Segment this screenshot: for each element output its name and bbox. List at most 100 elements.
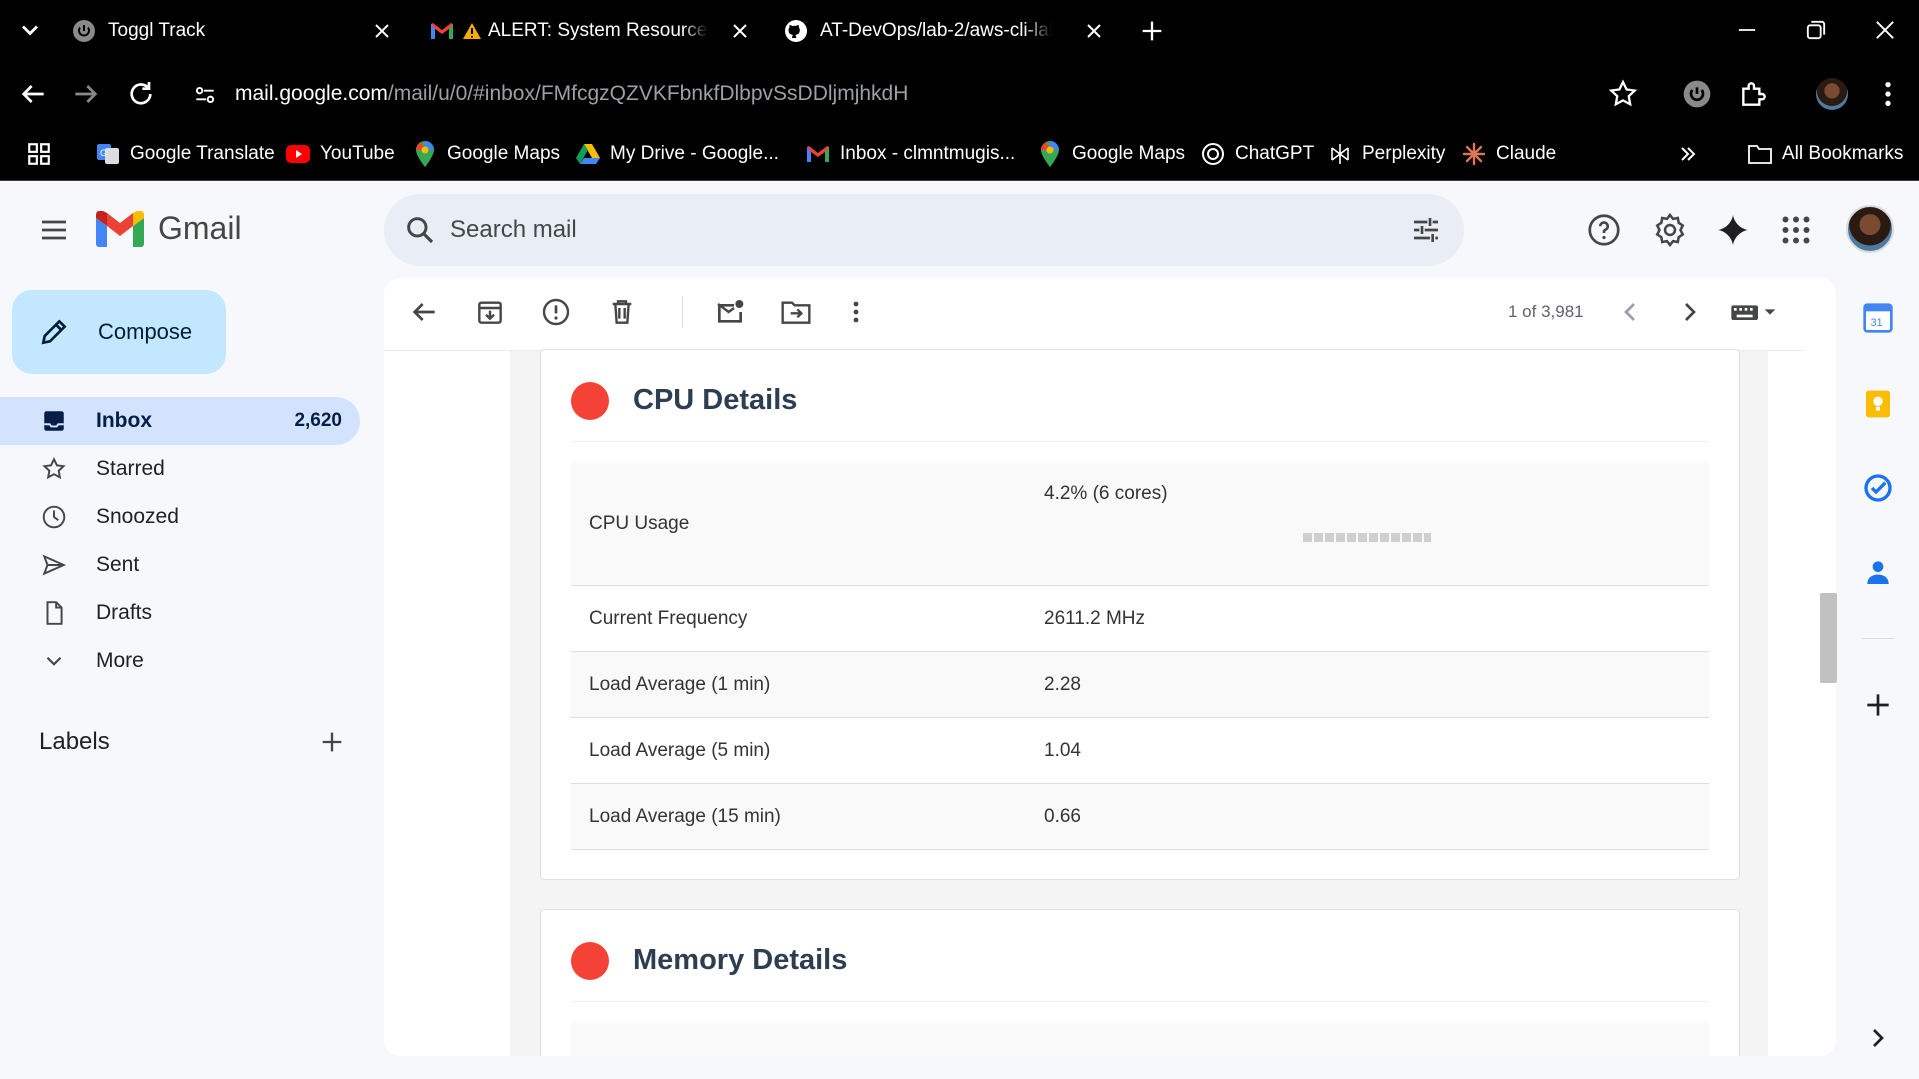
toggl-extension-icon[interactable] [1681, 78, 1713, 110]
move-to-folder-icon[interactable] [780, 296, 812, 328]
gmail-header: Gmail [0, 182, 1919, 278]
bookmark-google-maps-2[interactable]: Google Maps [1038, 139, 1185, 169]
tab-gmail-alert[interactable]: ALERT: System Resources Critical [418, 10, 768, 52]
status-red-dot [571, 942, 609, 980]
close-window-icon[interactable] [1871, 16, 1899, 44]
send-icon [40, 551, 68, 579]
get-addons-plus-icon[interactable] [1862, 689, 1894, 721]
new-tab-plus-icon[interactable] [1138, 17, 1166, 45]
create-label-plus-icon[interactable] [318, 728, 346, 756]
more-options-icon[interactable] [840, 296, 872, 328]
usage-progress-bar [1303, 533, 1431, 542]
bookmark-google-translate[interactable]: G Google Translate [96, 139, 275, 169]
nav-snoozed[interactable]: Snoozed [0, 493, 360, 541]
nav-starred[interactable]: Starred [0, 445, 360, 493]
tab-toggl[interactable]: Toggl Track [60, 10, 410, 52]
memory-details-card: Memory Details [540, 909, 1740, 1056]
show-side-panel-chevron-icon[interactable] [1862, 1022, 1894, 1054]
table-row: Current Frequency 2611.2 MHz [571, 586, 1709, 652]
bookmark-perplexity[interactable]: Perplexity [1328, 139, 1445, 169]
newer-chevron-left-icon[interactable] [1614, 296, 1646, 328]
pencil-icon [38, 316, 70, 348]
row-label: Load Average (15 min) [589, 806, 781, 827]
close-tab-icon[interactable] [728, 19, 752, 43]
browser-tab-strip: Toggl Track ALERT: System Resources Crit… [0, 0, 1919, 61]
settings-gear-icon[interactable] [1652, 212, 1688, 248]
gmail-logo[interactable]: Gmail [96, 210, 242, 247]
search-icon[interactable] [404, 214, 436, 246]
toolbar-divider [682, 296, 683, 328]
nav-inbox[interactable]: Inbox 2,620 [0, 397, 360, 445]
gmail-wordmark: Gmail [158, 210, 242, 246]
bookmark-star-icon[interactable] [1607, 78, 1639, 110]
address-bar[interactable]: mail.google.com/mail/u/0/#inbox/FMfcgzQZ… [180, 71, 1620, 117]
tab-search-chevron-icon[interactable] [16, 16, 44, 44]
bookmark-label: Google Maps [447, 143, 561, 164]
unread-count: 2,620 [294, 410, 342, 431]
google-contacts-icon[interactable] [1862, 556, 1894, 588]
archive-icon[interactable] [474, 296, 506, 328]
bookmark-claude[interactable]: Claude [1462, 139, 1556, 169]
search-bar[interactable] [384, 194, 1464, 266]
back-to-inbox-icon[interactable] [408, 296, 440, 328]
toggl-icon [72, 19, 96, 43]
chevron-down-icon [40, 647, 68, 675]
bookmark-chatgpt[interactable]: ChatGPT [1201, 139, 1314, 169]
search-input[interactable] [450, 208, 1350, 252]
table-row: Load Average (15 min) 0.66 [571, 784, 1709, 850]
apps-grid-icon[interactable] [26, 139, 52, 169]
compose-button[interactable]: Compose [12, 290, 226, 374]
bookmark-youtube[interactable]: YouTube [286, 139, 395, 169]
input-tools-keyboard-icon[interactable] [1728, 296, 1788, 328]
main-menu-icon[interactable] [38, 214, 70, 246]
google-calendar-icon[interactable]: 31 [1862, 302, 1894, 334]
all-bookmarks[interactable]: All Bookmarks [1748, 139, 1903, 169]
google-maps-icon [1038, 141, 1062, 167]
nav-sent[interactable]: Sent [0, 541, 360, 589]
bookmark-label: Perplexity [1362, 143, 1446, 164]
older-chevron-right-icon[interactable] [1674, 296, 1706, 328]
row-value: 1.04 [1044, 740, 1081, 761]
bookmark-google-maps[interactable]: Google Maps [413, 139, 560, 169]
row-value: 2611.2 MHz [1044, 608, 1146, 629]
forward-arrow-icon[interactable] [70, 78, 102, 110]
cpu-details-card: CPU Details CPU Usage 4.2% (6 cores) Cur… [540, 349, 1740, 880]
row-label: CPU Usage [589, 513, 690, 534]
delete-trash-icon[interactable] [606, 296, 638, 328]
reload-icon[interactable] [125, 78, 157, 110]
account-avatar[interactable] [1846, 205, 1894, 253]
extensions-puzzle-icon[interactable] [1738, 78, 1770, 110]
mark-unread-icon[interactable] [714, 296, 746, 328]
search-options-icon[interactable] [1410, 214, 1442, 246]
tab-github[interactable]: AT-DevOps/lab-2/aws-cli-lab.py [772, 10, 1122, 52]
restore-icon[interactable] [1802, 16, 1830, 44]
more-bookmarks-chevron-icon[interactable] [1676, 139, 1700, 169]
google-keep-icon[interactable] [1862, 388, 1894, 420]
google-tasks-icon[interactable] [1862, 472, 1894, 504]
status-red-dot [571, 382, 609, 420]
chrome-menu-icon[interactable] [1872, 78, 1904, 110]
bookmark-inbox[interactable]: Inbox - clmntmugis... [806, 139, 1015, 169]
minimize-icon[interactable] [1733, 16, 1761, 44]
gmail-icon [430, 19, 454, 43]
close-tab-icon[interactable] [1082, 19, 1106, 43]
bookmark-label: Google Translate [130, 143, 275, 164]
nav-more[interactable]: More [0, 637, 360, 685]
bookmark-label: Claude [1496, 143, 1557, 164]
help-icon[interactable] [1586, 212, 1622, 248]
scrollbar-thumb[interactable] [1820, 593, 1837, 683]
google-apps-grid-icon[interactable] [1778, 212, 1814, 248]
report-spam-icon[interactable] [540, 296, 572, 328]
profile-avatar[interactable] [1816, 78, 1848, 110]
table-row: Load Average (5 min) 1.04 [571, 718, 1709, 784]
table-row: CPU Usage 4.2% (6 cores) [571, 463, 1709, 586]
gemini-sparkle-icon[interactable] [1715, 212, 1751, 248]
back-arrow-icon[interactable] [17, 78, 49, 110]
row-value: 0.66 [1044, 806, 1081, 827]
bookmarks-bar: G Google Translate YouTube Google Maps M… [0, 127, 1919, 181]
nav-drafts[interactable]: Drafts [0, 589, 360, 637]
close-tab-icon[interactable] [370, 19, 394, 43]
folder-icon [1748, 142, 1772, 166]
bookmark-my-drive[interactable]: My Drive - Google... [576, 139, 779, 169]
site-info-icon[interactable] [192, 82, 218, 108]
